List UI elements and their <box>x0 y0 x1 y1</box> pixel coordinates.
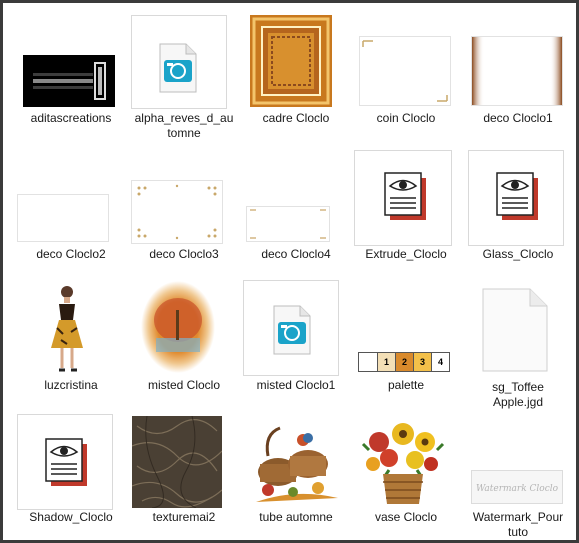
file-item-tube-automne[interactable]: tube automne <box>240 414 352 529</box>
file-item-luzcristina[interactable]: luzcristina <box>15 280 127 400</box>
file-item-palette[interactable]: 1 2 3 4 palette <box>350 280 462 400</box>
thumbnail-deco-cloclo2 <box>15 194 127 242</box>
palette-swatch-4: 4 <box>432 353 449 371</box>
file-item-deco-cloclo2[interactable]: deco Cloclo2 <box>15 150 127 265</box>
file-label: Glass_Cloclo <box>482 247 554 261</box>
file-label-line2: Apple.jgd <box>492 395 544 409</box>
file-label: misted Cloclo1 <box>256 378 336 392</box>
file-label: aditascreations <box>30 111 112 125</box>
palette-swatch-1: 1 <box>378 353 396 371</box>
palette-swatch-2: 2 <box>396 353 414 371</box>
file-label: deco Cloclo2 <box>36 247 106 261</box>
file-item-sg-toffee[interactable]: sg_Toffee Apple.jgd <box>462 280 574 410</box>
file-label: misted Cloclo <box>147 378 221 392</box>
file-item-texturemai2[interactable]: texturemai2 <box>128 414 240 529</box>
file-item-alpha-reves[interactable]: alpha_reves_d_au tomne <box>128 12 240 142</box>
thumbnail-cadre-cloclo <box>240 15 352 107</box>
thumbnail-coin-cloclo <box>350 36 462 106</box>
thumbnail-palette: 1 2 3 4 <box>350 352 462 372</box>
photo-file-icon <box>240 304 352 360</box>
file-item-deco-cloclo3[interactable]: deco Cloclo3 <box>128 150 240 265</box>
thumbnail-texturemai2 <box>128 416 240 508</box>
file-label: Shadow_Cloclo <box>29 510 113 524</box>
file-label-line1: alpha_reves_d_au <box>134 111 234 125</box>
file-label: texturemai2 <box>152 510 216 524</box>
file-item-misted-cloclo1[interactable]: misted Cloclo1 <box>240 280 352 400</box>
file-item-glass-cloclo[interactable]: Glass_Cloclo <box>462 148 574 265</box>
file-item-extrude-cloclo[interactable]: Extrude_Cloclo <box>350 148 462 265</box>
file-item-watermark[interactable]: Watermark Cloclo Watermark_Pour tuto <box>462 414 574 539</box>
file-item-deco-cloclo1[interactable]: deco Cloclo1 <box>462 12 574 127</box>
generic-file-icon <box>462 288 574 372</box>
plugin-filter-icon <box>462 172 574 228</box>
file-item-shadow-cloclo[interactable]: Shadow_Cloclo <box>15 414 127 529</box>
file-label: coin Cloclo <box>376 111 436 125</box>
file-label: luzcristina <box>44 378 98 392</box>
palette-strip: 1 2 3 4 <box>358 352 450 372</box>
thumbnail-deco-cloclo1 <box>462 36 574 106</box>
thumbnail-deco-cloclo4 <box>240 206 352 242</box>
plugin-filter-icon <box>15 438 127 494</box>
thumbnail-tube-automne <box>240 416 352 508</box>
file-label: Extrude_Cloclo <box>365 247 447 261</box>
file-label-line1: sg_Toffee <box>492 380 544 394</box>
photo-file-icon <box>128 42 240 98</box>
plugin-filter-icon <box>350 172 462 228</box>
file-label: deco Cloclo4 <box>261 247 331 261</box>
file-label: tube automne <box>259 510 333 524</box>
file-item-vase-cloclo[interactable]: vase Cloclo <box>350 414 462 529</box>
file-label-line2: tomne <box>167 126 201 140</box>
thumbnail-misted-cloclo <box>128 280 240 376</box>
file-label-line2: tuto <box>507 525 528 539</box>
thumbnail-luzcristina <box>15 282 127 374</box>
file-item-misted-cloclo[interactable]: misted Cloclo <box>128 280 240 400</box>
thumbnail-vase-cloclo <box>350 420 462 508</box>
file-item-deco-cloclo4[interactable]: deco Cloclo4 <box>240 150 352 265</box>
thumbnail-watermark: Watermark Cloclo <box>462 470 574 504</box>
thumbnail-deco-cloclo3 <box>128 180 240 244</box>
file-item-cadre-cloclo[interactable]: cadre Cloclo <box>240 12 352 127</box>
file-label-line1: Watermark_Pour <box>472 510 564 524</box>
file-label: vase Cloclo <box>374 510 438 524</box>
file-label: deco Cloclo1 <box>483 111 553 125</box>
file-item-coin-cloclo[interactable]: coin Cloclo <box>350 12 462 127</box>
palette-dropper <box>359 353 378 371</box>
watermark-text: Watermark Cloclo <box>476 484 559 494</box>
palette-swatch-3: 3 <box>414 353 432 371</box>
file-label: deco Cloclo3 <box>149 247 219 261</box>
file-label: palette <box>387 378 425 392</box>
file-item-aditascreations[interactable]: aditascreations <box>15 15 127 130</box>
thumbnail-aditascreations <box>15 55 127 107</box>
file-label: cadre Cloclo <box>262 111 330 125</box>
